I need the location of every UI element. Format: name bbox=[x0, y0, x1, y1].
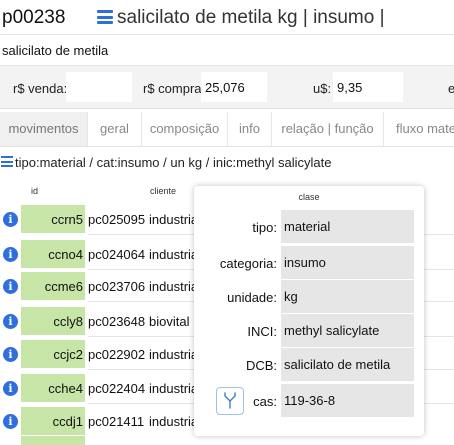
filter-text: tipo:material / cat:insumo / un kg / ini… bbox=[15, 155, 332, 170]
row-cliente: industria bbox=[149, 212, 199, 227]
unidade-label: unidade: bbox=[227, 290, 277, 305]
row-cliente: industria bbox=[149, 414, 199, 429]
row-pc: pc025095 bbox=[88, 212, 146, 227]
row-cliente: industria bbox=[149, 247, 199, 262]
row-id-partial bbox=[21, 436, 85, 445]
info-icon[interactable]: i bbox=[3, 314, 18, 329]
tab-fluxo-material[interactable]: fluxo mater bbox=[384, 112, 454, 146]
row-cliente: industria bbox=[149, 381, 199, 396]
row-cliente: industria bbox=[149, 347, 199, 362]
venda-input[interactable] bbox=[66, 72, 132, 102]
dcb-value: salicilato de metila bbox=[281, 348, 414, 381]
info-icon[interactable]: i bbox=[3, 247, 18, 262]
row-id: ccjc2 bbox=[21, 340, 85, 369]
tab-geral[interactable]: geral bbox=[88, 112, 142, 146]
row-cliente: industria bbox=[149, 279, 199, 294]
price-row: r$ venda: r$ compra: 25,076 u$: 9,35 e bbox=[0, 66, 454, 109]
inci-label: INCI: bbox=[247, 324, 277, 339]
tab-relacao-funcao[interactable]: relação | função bbox=[272, 112, 384, 146]
row-id: cche4 bbox=[21, 374, 85, 403]
inci-value: methyl salicylate bbox=[281, 314, 414, 347]
unidade-value: kg bbox=[281, 280, 414, 313]
tab-bar: movimentos geral composição info relação… bbox=[0, 112, 454, 147]
row-pc: pc021411 bbox=[88, 414, 145, 429]
usd-input[interactable]: 9,35 bbox=[333, 72, 403, 102]
info-icon[interactable]: i bbox=[3, 347, 18, 362]
dcb-label: DCB: bbox=[245, 358, 277, 373]
usd-label: u$: bbox=[313, 81, 332, 96]
row-id: ccrn5 bbox=[21, 205, 85, 234]
tab-composicao[interactable]: composição bbox=[142, 112, 228, 146]
cas-value: 119-36-8 bbox=[281, 384, 414, 417]
tipo-value: material bbox=[281, 210, 414, 243]
filter-menu-icon[interactable] bbox=[1, 156, 13, 167]
menu-icon[interactable] bbox=[97, 10, 113, 24]
product-code: p00238 bbox=[2, 7, 66, 28]
row-pc: pc023648 bbox=[88, 314, 146, 329]
popup-title: clase bbox=[298, 192, 320, 202]
header-bar: p00238 salicilato de metila kg | insumo … bbox=[0, 0, 454, 36]
row-id: ccdj1 bbox=[21, 407, 85, 436]
row-pc: pc023706 bbox=[88, 279, 146, 294]
row-id: ccly8 bbox=[21, 307, 85, 336]
column-header-id[interactable]: id bbox=[31, 186, 38, 196]
info-icon[interactable]: i bbox=[3, 381, 18, 396]
row-id: ccno4 bbox=[21, 240, 85, 269]
categoria-value: insumo bbox=[281, 246, 414, 279]
categoria-label: categoria: bbox=[219, 256, 277, 271]
clase-popup: clase tipo: material categoria: insumo u… bbox=[194, 186, 424, 436]
info-icon[interactable]: i bbox=[3, 414, 18, 429]
row-pc: pc022902 bbox=[88, 347, 146, 362]
row-pc: pc022404 bbox=[88, 381, 146, 396]
info-icon[interactable]: i bbox=[3, 279, 18, 294]
row-cliente: biovital bbox=[149, 314, 190, 329]
compra-label: r$ compra: bbox=[143, 81, 206, 96]
product-name-field[interactable]: salicilato de metila bbox=[0, 34, 454, 66]
info-icon[interactable]: i bbox=[3, 212, 18, 227]
tab-info[interactable]: info bbox=[228, 112, 272, 146]
tab-movimentos[interactable]: movimentos bbox=[0, 112, 88, 146]
column-header-cliente[interactable]: cliente bbox=[150, 186, 176, 196]
row-pc: pc024064 bbox=[88, 247, 146, 262]
row-id: ccme6 bbox=[21, 272, 85, 301]
tipo-label: tipo: bbox=[252, 220, 277, 235]
compra-input[interactable]: 25,076 bbox=[201, 72, 267, 102]
cas-label: cas: bbox=[253, 394, 277, 409]
product-name-value: salicilato de metila bbox=[2, 43, 109, 58]
venda-label: r$ venda: bbox=[13, 81, 68, 96]
page-title: salicilato de metila kg | insumo | bbox=[117, 7, 385, 28]
extra-label: e bbox=[448, 81, 454, 96]
